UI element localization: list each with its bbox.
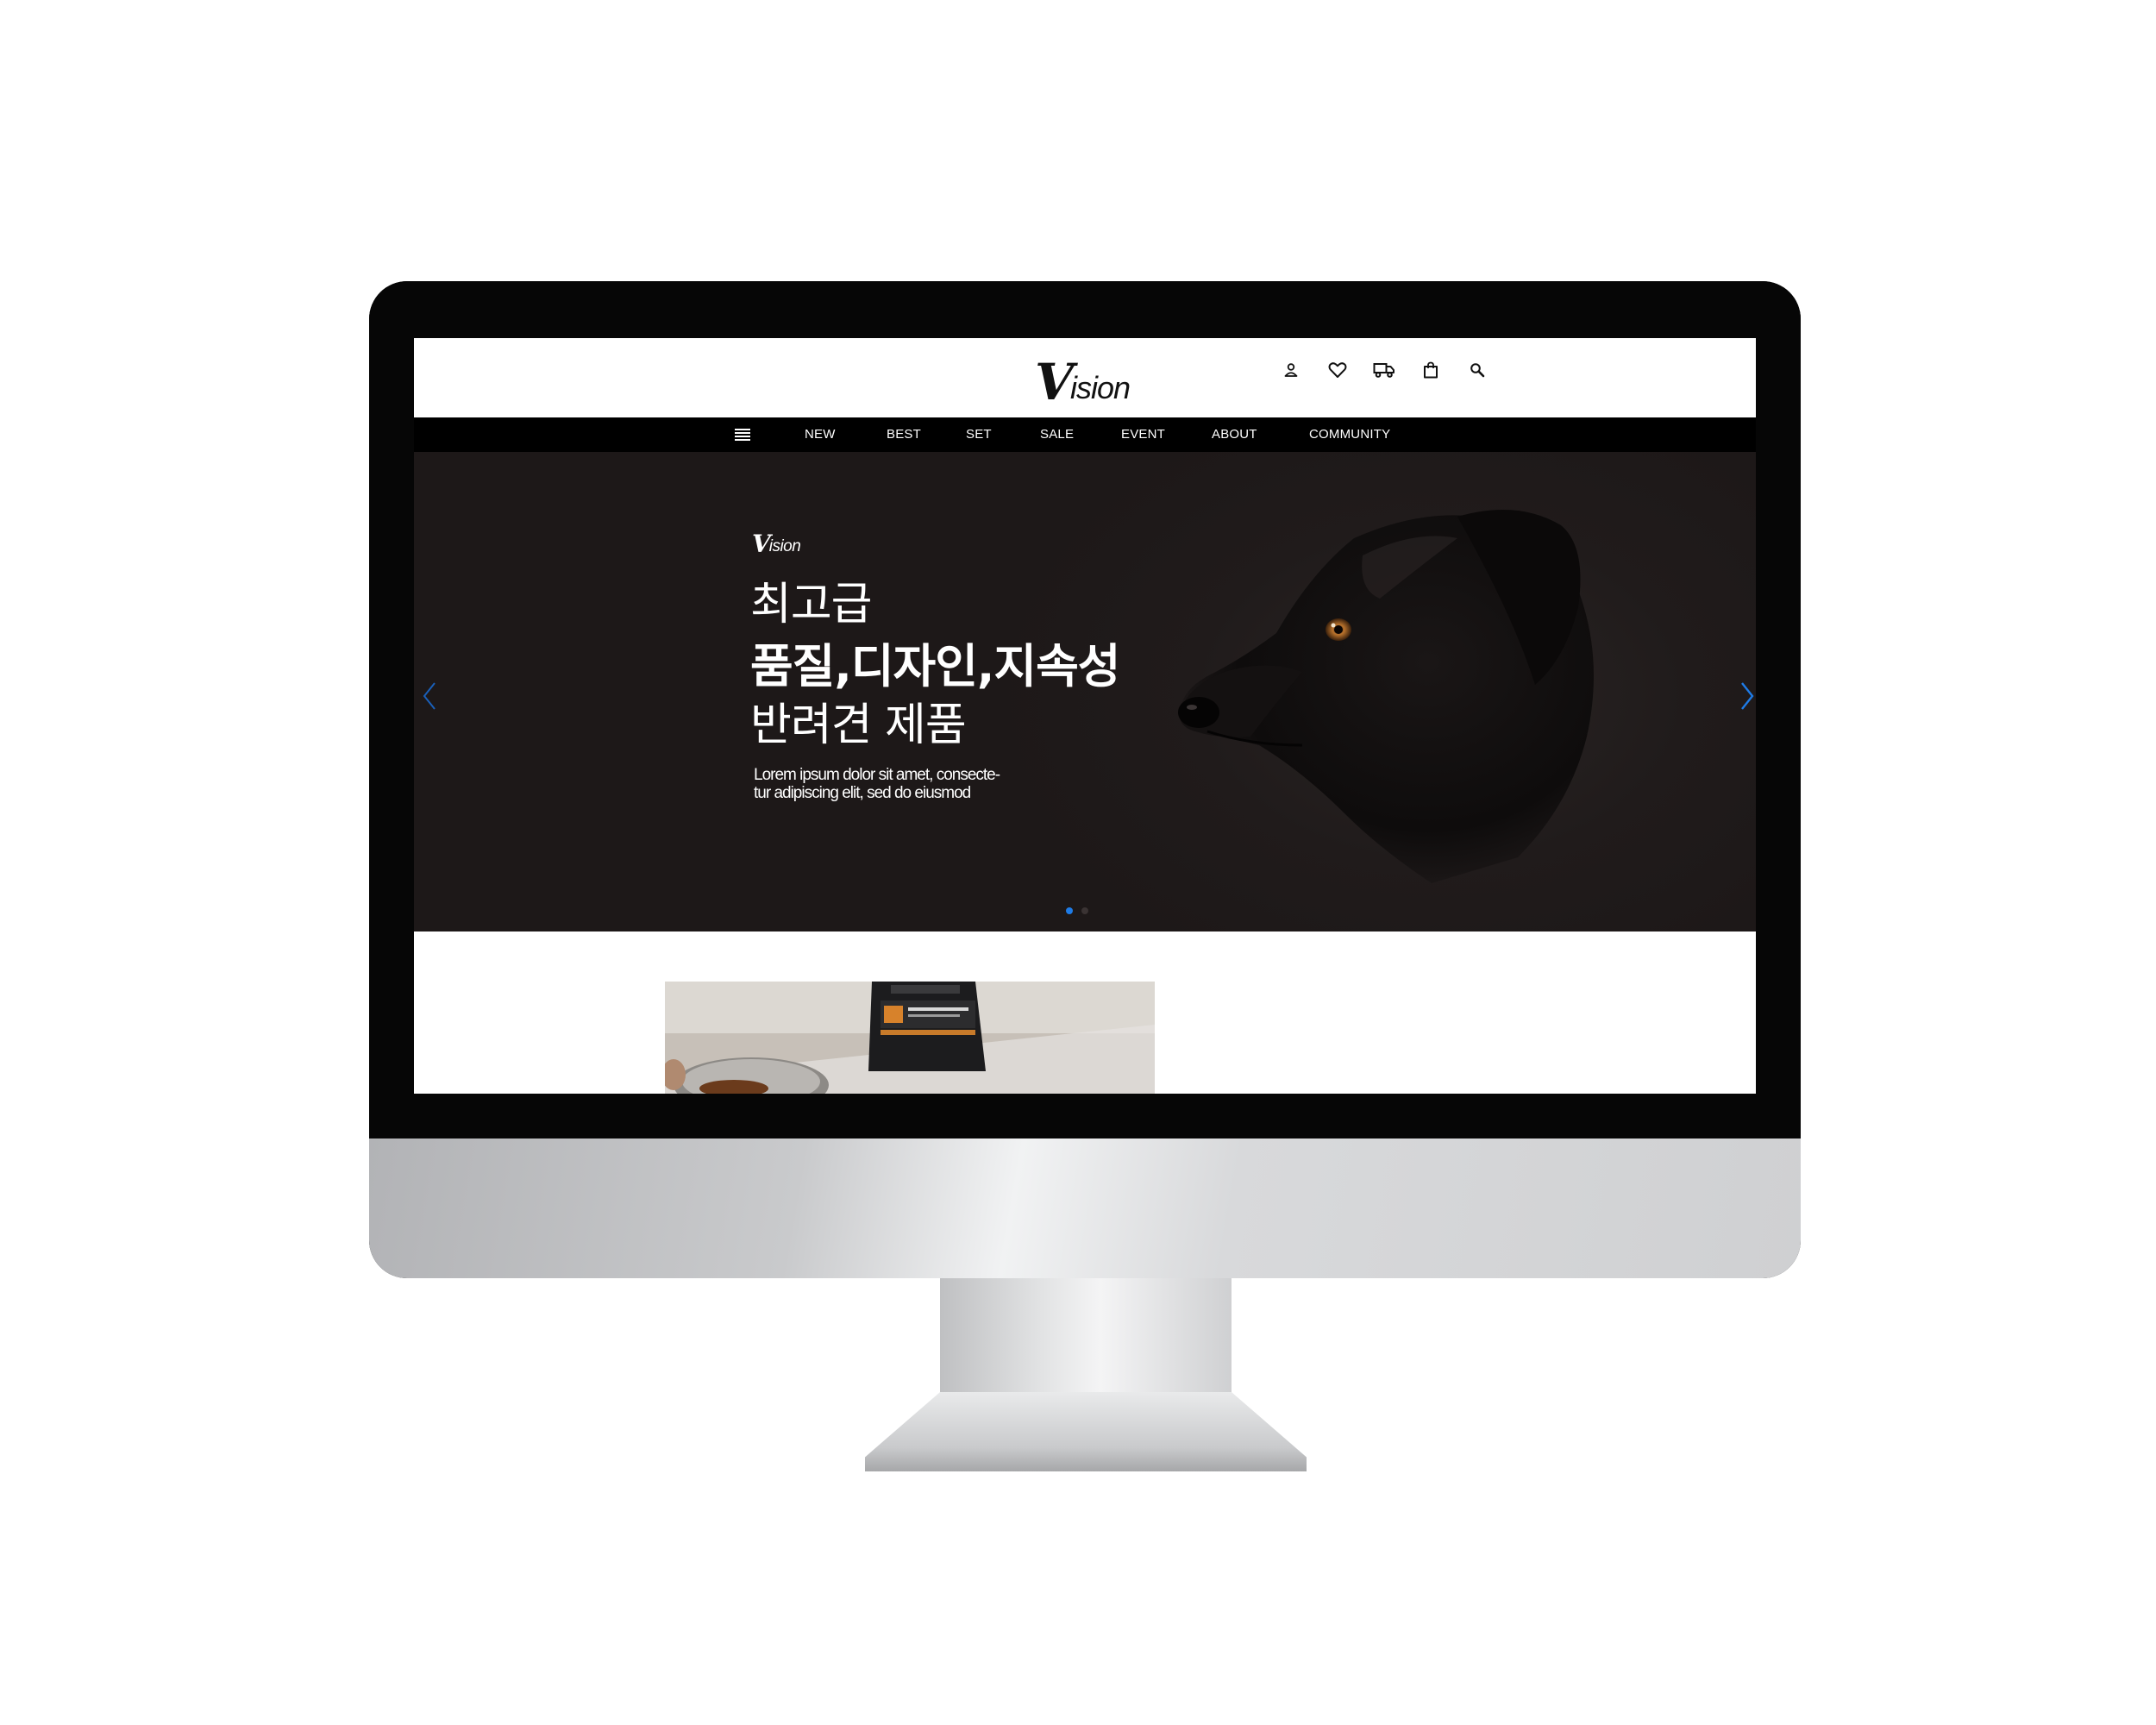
hero-banner: V ision 최고급 품질,디자인,지속성 반려견 제품 Lorem ipsu… [414,452,1756,932]
hero-logo-text: ision [768,537,801,555]
hero-logo: V ision [752,530,801,558]
dog-image [1178,510,1594,883]
product-photo[interactable] [665,982,1155,1094]
monitor-stand-neck [940,1278,1232,1396]
nav-item-about[interactable]: ABOUT [1212,417,1257,452]
hero-description-line-1: Lorem ipsum dolor sit amet, consecte- [754,766,1000,784]
nav-item-event[interactable]: EVENT [1121,417,1165,452]
nav-item-sale[interactable]: SALE [1040,417,1074,452]
content-section [414,932,1756,1094]
monitor-stand-base [865,1392,1307,1471]
main-nav: NEW BEST SET SALE EVENT ABOUT COMMUNITY [414,417,1756,452]
dog-food-image [665,982,1155,1094]
truck-icon[interactable] [1369,355,1399,385]
site-logo[interactable]: V ision [1035,353,1164,411]
slider-next-arrow-icon[interactable] [1733,674,1756,718]
logo-text: ision [1070,370,1131,405]
hero-description: Lorem ipsum dolor sit amet, consecte- tu… [754,766,1064,802]
user-icon[interactable] [1276,355,1306,385]
search-icon[interactable] [1463,355,1492,385]
nav-item-new[interactable]: NEW [805,417,836,452]
hamburger-menu-icon[interactable] [734,426,751,443]
hero-description-line-2: tur adipiscing elit, sed do eiusmod [754,784,971,802]
slider-pagination [1066,907,1088,914]
site-header: V ision [414,338,1756,417]
hero-headline-line-2: 품질,디자인,지속성 [750,639,1120,693]
hero-headline-line-3: 반려견 제품 [750,699,967,751]
hero-headline-line-1: 최고급 [750,579,873,630]
heart-icon[interactable] [1323,355,1352,385]
slider-dot-1[interactable] [1066,907,1073,914]
nav-item-set[interactable]: SET [966,417,992,452]
logo-mark: V [1035,353,1075,411]
slider-prev-arrow-icon[interactable] [417,674,443,718]
website-screen: V ision NEW BEST SET SALE EVENT ABOUT CO… [414,338,1756,1094]
header-icons [1276,355,1492,385]
monitor-chin [369,1138,1801,1278]
nav-item-best[interactable]: BEST [887,417,921,452]
monitor: V ision NEW BEST SET SALE EVENT ABOUT CO… [369,281,1801,1278]
shopping-bag-icon[interactable] [1416,355,1445,385]
slider-dot-2[interactable] [1081,907,1088,914]
nav-item-community[interactable]: COMMUNITY [1309,417,1390,452]
hero-logo-mark: V [752,530,771,558]
